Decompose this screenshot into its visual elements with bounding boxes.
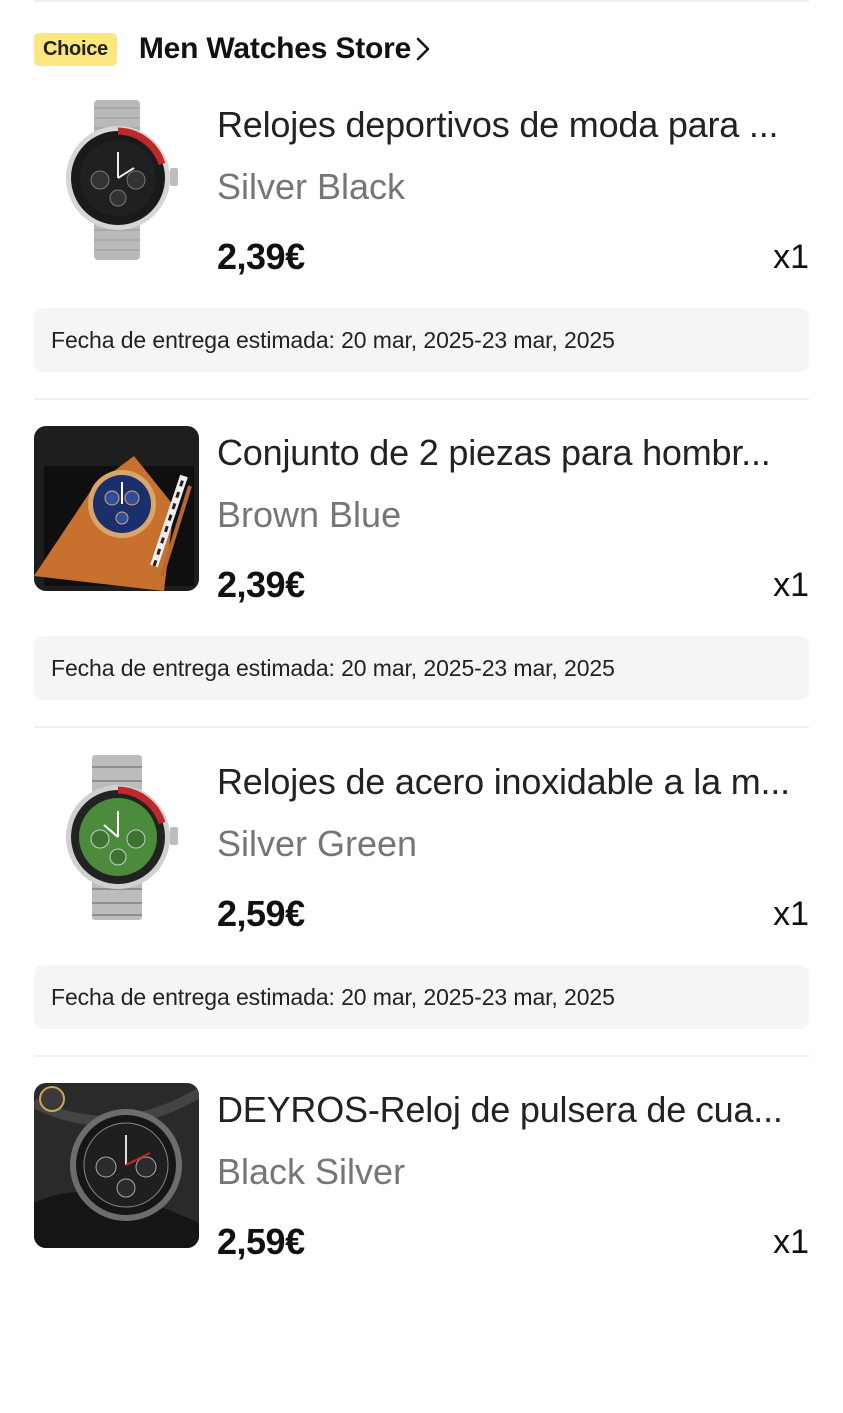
- delivery-estimate: Fecha de entrega estimada: 20 mar, 2025-…: [34, 636, 809, 700]
- item-divider: [34, 1055, 809, 1057]
- product-image-silver-black-watch[interactable]: [34, 98, 199, 263]
- store-name-link[interactable]: Men Watches Store: [139, 32, 411, 66]
- product-image-black-silver-watch[interactable]: [34, 1083, 199, 1248]
- product-variant: Silver Black: [217, 166, 406, 207]
- product-variant: Black Silver: [217, 1151, 406, 1192]
- top-divider: [34, 0, 809, 2]
- product-title[interactable]: DEYROS-Reloj de pulsera de cua...: [217, 1089, 807, 1131]
- product-item[interactable]: Relojes deportivos de moda para ... Silv…: [0, 98, 843, 428]
- item-divider: [34, 726, 809, 728]
- product-image-silver-green-watch[interactable]: [34, 755, 199, 920]
- product-quantity: x1: [773, 895, 809, 933]
- product-variant: Brown Blue: [217, 494, 402, 535]
- product-price: 2,59€: [217, 893, 305, 934]
- delivery-estimate: Fecha de entrega estimada: 20 mar, 2025-…: [34, 965, 809, 1029]
- product-item[interactable]: DEYROS-Reloj de pulsera de cua... Black …: [0, 1083, 843, 1413]
- delivery-estimate: Fecha de entrega estimada: 20 mar, 2025-…: [34, 308, 809, 372]
- choice-badge: Choice: [34, 32, 117, 66]
- item-divider: [34, 398, 809, 400]
- product-item[interactable]: Relojes de acero inoxidable a la m... Si…: [0, 755, 843, 1085]
- product-price: 2,39€: [217, 236, 305, 277]
- product-quantity: x1: [773, 1223, 809, 1261]
- product-title[interactable]: Relojes deportivos de moda para ...: [217, 104, 807, 146]
- product-item[interactable]: Conjunto de 2 piezas para hombr... Brown…: [0, 426, 843, 756]
- product-image-watch-bracelet-set[interactable]: [34, 426, 199, 591]
- product-quantity: x1: [773, 566, 809, 604]
- product-variant: Silver Green: [217, 823, 418, 864]
- product-title[interactable]: Conjunto de 2 piezas para hombr...: [217, 432, 807, 474]
- product-title[interactable]: Relojes de acero inoxidable a la m...: [217, 761, 807, 803]
- product-price: 2,39€: [217, 564, 305, 605]
- chevron-right-icon[interactable]: [415, 36, 431, 62]
- store-header[interactable]: Choice Men Watches Store: [34, 28, 431, 70]
- product-price: 2,59€: [217, 1221, 305, 1262]
- product-quantity: x1: [773, 238, 809, 276]
